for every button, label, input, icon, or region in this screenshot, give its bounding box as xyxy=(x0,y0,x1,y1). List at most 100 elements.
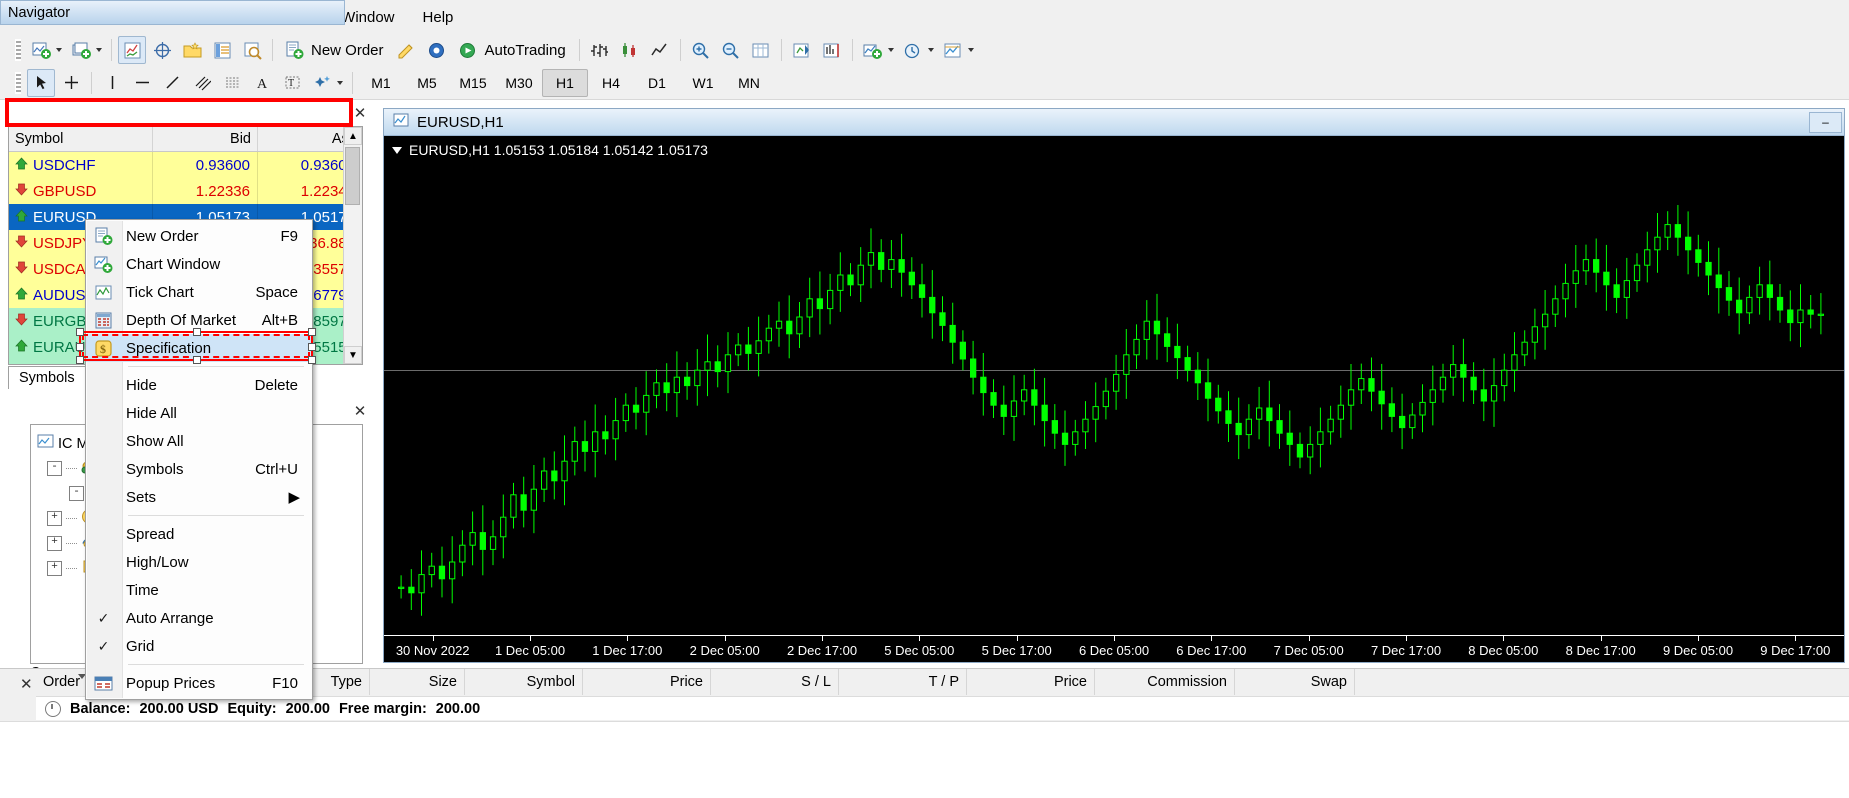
chart-shift-end-icon[interactable] xyxy=(818,36,846,64)
axis-tick-mark xyxy=(1308,636,1310,641)
bar-chart-icon[interactable] xyxy=(586,36,614,64)
timeframe-h4[interactable]: H4 xyxy=(588,69,634,97)
chart-shift-icon[interactable] xyxy=(747,36,775,64)
timeframe-d1[interactable]: D1 xyxy=(634,69,680,97)
context-menu-item-spread[interactable]: Spread xyxy=(86,520,312,548)
text-label-icon[interactable]: T xyxy=(278,69,306,97)
axis-tick-mark xyxy=(1016,636,1018,641)
context-menu-item-chart-window[interactable]: Chart Window xyxy=(86,250,312,278)
line-chart-icon[interactable] xyxy=(646,36,674,64)
templates-icon[interactable] xyxy=(939,36,967,64)
profiles-dropdown-icon[interactable] xyxy=(96,48,102,52)
context-menu-item-depth-of-market[interactable]: Depth Of Market Alt+B xyxy=(86,306,312,334)
toolbar-grip-2[interactable] xyxy=(15,71,21,94)
market-watch-row[interactable]: GBPUSD 1.22336 1.22343 xyxy=(9,178,362,204)
crosshair-icon[interactable] xyxy=(57,69,85,97)
chart-minimize-button[interactable]: – xyxy=(1809,111,1842,133)
chart-title-bar[interactable]: EURUSD,H1 – xyxy=(384,109,1844,136)
shapes-icon[interactable] xyxy=(308,69,336,97)
templates-dropdown-icon[interactable] xyxy=(967,48,974,52)
market-watch-scrollbar[interactable]: ▲ ▼ xyxy=(343,127,362,364)
equidistant-channel-icon[interactable] xyxy=(188,69,216,97)
strategy-tester-icon[interactable] xyxy=(238,36,266,64)
vertical-line-icon[interactable] xyxy=(98,69,126,97)
cursor-icon[interactable] xyxy=(27,68,55,97)
navigator-title-bar[interactable]: Navigator xyxy=(0,0,345,25)
terminal-column-s-l[interactable]: S / L xyxy=(711,669,839,695)
context-menu-item-hide-all[interactable]: Hide All xyxy=(86,399,312,427)
terminal-column-t-p[interactable]: T / P xyxy=(839,669,967,695)
terminal-column-commission[interactable]: Commission xyxy=(1095,669,1235,695)
autotrading-button[interactable]: AutoTrading xyxy=(452,36,574,64)
timeframe-mn[interactable]: MN xyxy=(726,69,772,97)
context-menu-item-symbols[interactable]: Symbols Ctrl+U xyxy=(86,455,312,483)
timeframe-h1[interactable]: H1 xyxy=(542,68,588,97)
context-menu-item-sets[interactable]: Sets ▶ xyxy=(86,483,312,511)
tree-expander[interactable]: - xyxy=(47,461,62,476)
terminal-column-swap[interactable]: Swap xyxy=(1235,669,1355,695)
market-watch-icon[interactable] xyxy=(118,36,146,64)
shapes-dropdown-icon[interactable] xyxy=(337,80,343,85)
terminal-column-price[interactable]: Price xyxy=(967,669,1095,695)
candlestick-chart-icon[interactable] xyxy=(616,36,644,64)
context-menu-item-grid[interactable]: ✓ Grid xyxy=(86,632,312,660)
terminal-close-icon[interactable]: ✕ xyxy=(20,675,33,693)
periods-icon[interactable] xyxy=(899,36,927,64)
context-menu-item-specification[interactable]: $ Specification xyxy=(86,334,312,362)
trendline-icon[interactable] xyxy=(158,69,186,97)
scrollbar-thumb[interactable] xyxy=(345,147,360,205)
terminal-icon[interactable] xyxy=(208,36,236,64)
timeframe-m30[interactable]: M30 xyxy=(496,69,542,97)
context-menu-item-popup-prices[interactable]: Popup Prices F10 xyxy=(86,669,312,697)
market-watch-row[interactable]: USDCHF 0.93600 0.93604 xyxy=(9,152,362,178)
new-chart-dropdown-icon[interactable] xyxy=(56,48,62,52)
new-chart-icon[interactable] xyxy=(27,36,55,64)
metaeditor-icon[interactable] xyxy=(393,36,421,64)
fibonacci-retracement-icon[interactable] xyxy=(218,69,246,97)
indicators-dropdown-icon[interactable] xyxy=(887,48,894,52)
expert-advisors-icon[interactable] xyxy=(423,36,451,64)
column-header-symbol[interactable]: Symbol xyxy=(9,127,153,151)
context-menu-item-new-order[interactable]: New Order F9 xyxy=(86,222,312,250)
context-menu-item-auto-arrange[interactable]: ✓ Auto Arrange xyxy=(86,604,312,632)
market-watch-close-icon[interactable]: ✕ xyxy=(350,103,370,123)
menu-item-label: Spread xyxy=(126,525,175,543)
chart-canvas[interactable]: EURUSD,H1 1.05153 1.05184 1.05142 1.0517… xyxy=(384,136,1844,662)
timeframe-m1[interactable]: M1 xyxy=(358,69,404,97)
context-menu-item-show-all[interactable]: Show All xyxy=(86,427,312,455)
tab-symbols[interactable]: Symbols xyxy=(8,366,86,389)
profiles-icon[interactable] xyxy=(67,36,95,64)
timeframe-w1[interactable]: W1 xyxy=(680,69,726,97)
tree-expander[interactable]: + xyxy=(47,536,62,551)
zoom-in-icon[interactable] xyxy=(687,36,715,64)
text-icon[interactable]: A xyxy=(248,69,276,97)
data-window-icon[interactable] xyxy=(148,36,176,64)
context-menu-item-high-low[interactable]: High/Low xyxy=(86,548,312,576)
context-menu-item-tick-chart[interactable]: Tick Chart Space xyxy=(86,278,312,306)
new-order-button[interactable]: New Order xyxy=(278,36,392,64)
tree-expander[interactable]: + xyxy=(47,561,62,576)
scroll-down-icon[interactable]: ▼ xyxy=(344,346,362,364)
indicators-icon[interactable] xyxy=(859,36,887,64)
axis-tick-mark xyxy=(1795,636,1797,641)
navigator-icon[interactable] xyxy=(178,36,206,64)
tree-expander[interactable]: - xyxy=(69,486,84,501)
arrow-down-icon xyxy=(15,313,28,330)
timeframe-m5[interactable]: M5 xyxy=(404,69,450,97)
auto-scroll-icon[interactable] xyxy=(788,36,816,64)
scroll-up-icon[interactable]: ▲ xyxy=(344,127,362,145)
context-menu-item-hide[interactable]: Hide Delete xyxy=(86,371,312,399)
terminal-column-price[interactable]: Price xyxy=(583,669,711,695)
horizontal-line-icon[interactable] xyxy=(128,69,156,97)
menu-item-shortcut: Alt+B xyxy=(261,311,298,329)
timeframe-m15[interactable]: M15 xyxy=(450,69,496,97)
tree-expander[interactable]: + xyxy=(47,511,62,526)
toolbar-grip[interactable] xyxy=(15,39,21,61)
context-menu-item-time[interactable]: Time xyxy=(86,576,312,604)
menu-item-help[interactable]: Help xyxy=(409,5,468,30)
periods-dropdown-icon[interactable] xyxy=(927,48,934,52)
column-header-bid[interactable]: Bid xyxy=(153,127,258,151)
terminal-column-symbol[interactable]: Symbol xyxy=(465,669,583,695)
terminal-column-size[interactable]: Size xyxy=(370,669,465,695)
zoom-out-icon[interactable] xyxy=(717,36,745,64)
